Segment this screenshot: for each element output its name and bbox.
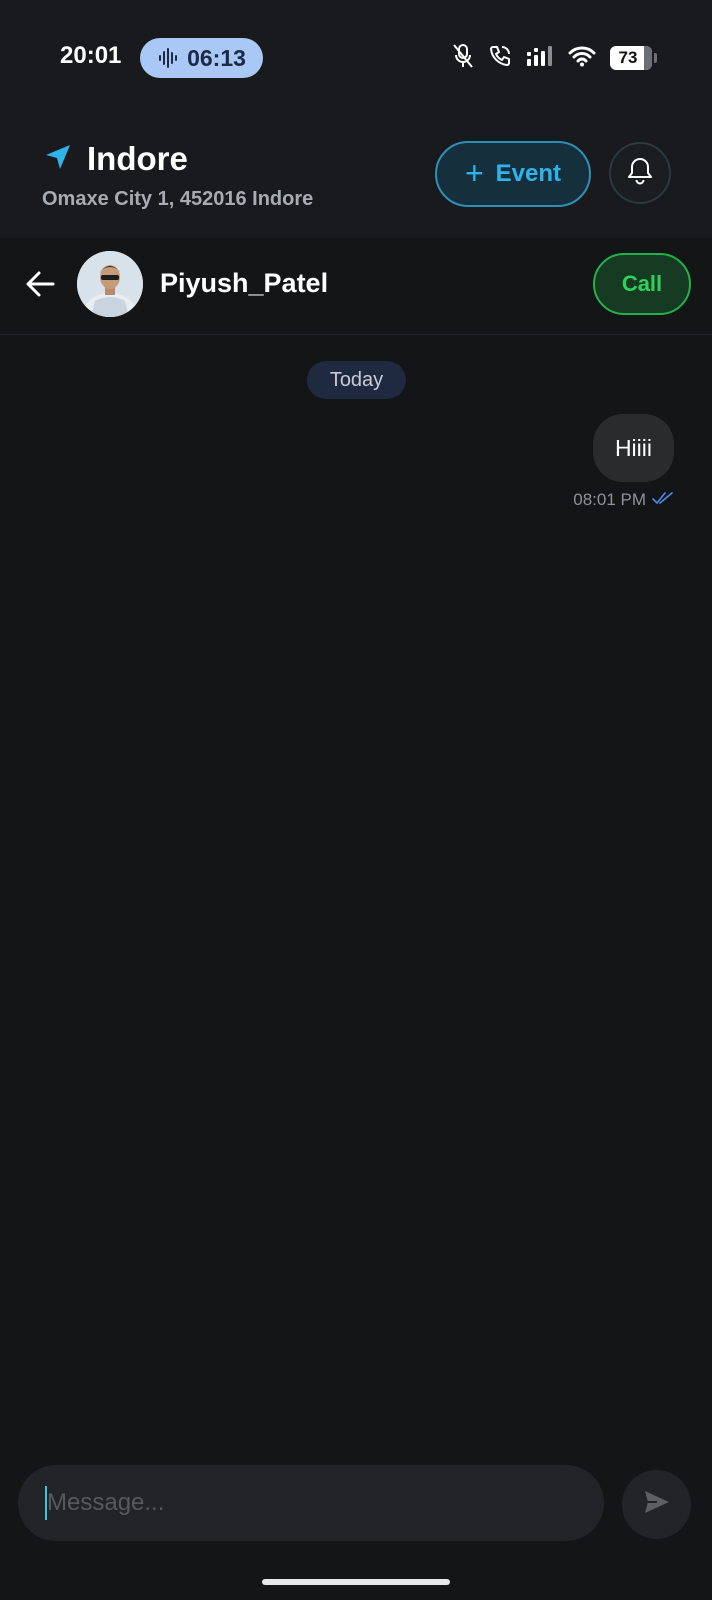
navigation-arrow-icon bbox=[44, 143, 72, 176]
status-icons: 73 bbox=[452, 42, 657, 74]
send-icon bbox=[643, 1489, 671, 1520]
chat-screen: 20:01 06:13 73 Indore Omaxe City 1, 4520… bbox=[0, 0, 712, 1600]
signal-icon bbox=[526, 45, 554, 72]
send-button[interactable] bbox=[622, 1470, 691, 1539]
contact-name[interactable]: Piyush_Patel bbox=[160, 268, 328, 299]
date-separator: Today bbox=[307, 361, 406, 399]
recording-indicator[interactable]: 06:13 bbox=[140, 38, 263, 78]
wifi-calling-icon bbox=[488, 44, 512, 73]
message-input[interactable] bbox=[18, 1465, 604, 1541]
message-meta: 08:01 PM bbox=[573, 490, 674, 510]
back-arrow-icon bbox=[25, 270, 55, 303]
mic-muted-icon bbox=[452, 43, 474, 74]
location-header: Indore Omaxe City 1, 452016 Indore + Eve… bbox=[0, 120, 712, 238]
home-indicator[interactable] bbox=[262, 1579, 450, 1585]
wifi-icon bbox=[568, 45, 596, 72]
event-button-label: Event bbox=[495, 160, 562, 187]
location-city[interactable]: Indore bbox=[87, 140, 188, 178]
message-bubble[interactable]: Hiiii bbox=[592, 414, 674, 482]
back-button[interactable] bbox=[22, 268, 58, 304]
recording-time: 06:13 bbox=[187, 44, 246, 71]
status-bar: 20:01 06:13 73 bbox=[0, 0, 712, 120]
add-event-button[interactable]: + Event bbox=[435, 141, 591, 207]
message-composer bbox=[0, 1450, 712, 1560]
plus-icon: + bbox=[464, 154, 484, 191]
battery-level: 73 bbox=[618, 48, 638, 67]
message-time: 08:01 PM bbox=[573, 490, 646, 509]
sound-wave-icon bbox=[157, 47, 179, 69]
location-address: Omaxe City 1, 452016 Indore bbox=[42, 188, 314, 210]
avatar[interactable] bbox=[77, 251, 143, 317]
text-cursor bbox=[45, 1486, 47, 1520]
double-check-icon bbox=[652, 490, 674, 510]
bell-icon bbox=[626, 156, 654, 191]
notifications-button[interactable] bbox=[609, 142, 671, 204]
battery-icon: 73 bbox=[610, 46, 657, 70]
status-time: 20:01 bbox=[60, 42, 122, 69]
gesture-nav-bar bbox=[0, 1560, 712, 1600]
call-button[interactable]: Call bbox=[593, 253, 691, 315]
chat-header: Piyush_Patel Call bbox=[0, 238, 712, 335]
